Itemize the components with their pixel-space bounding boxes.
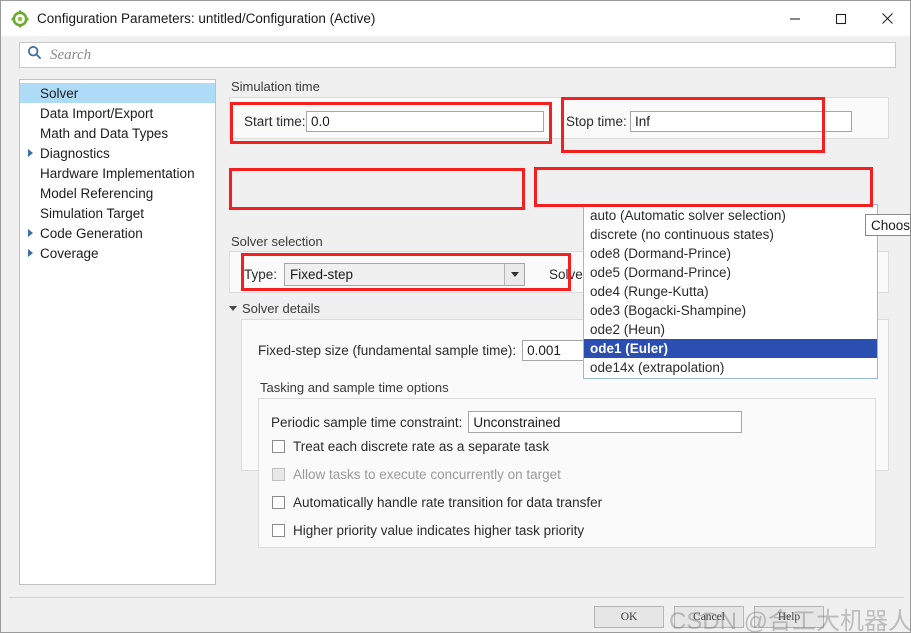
search-icon (27, 45, 42, 65)
start-time-label: Start time: (244, 113, 306, 129)
choose-tooltip: Choose... (865, 214, 911, 236)
checkbox-concurrent-execution: Allow tasks to execute concurrently on t… (272, 467, 561, 482)
solver-dropdown-list[interactable]: auto (Automatic solver selection) discre… (583, 204, 878, 379)
footer-bar: OK Cancel Help (2, 598, 909, 632)
window-title: Configuration Parameters: untitled/Confi… (37, 11, 376, 26)
periodic-sample-time-row: Periodic sample time constraint: Unconst… (271, 408, 743, 436)
checkbox-separate-task[interactable]: Treat each discrete rate as a separate t… (272, 439, 549, 454)
checkbox-icon (272, 468, 285, 481)
chevron-down-icon[interactable] (504, 263, 524, 285)
checkbox-label: Automatically handle rate transition for… (293, 495, 603, 510)
sidebar-item-math-and-data-types[interactable]: Math and Data Types (20, 123, 215, 143)
solver-type-label: Type: (244, 266, 278, 282)
checkbox-label: Treat each discrete rate as a separate t… (293, 439, 550, 454)
window-controls (772, 1, 910, 36)
sidebar-item-label: Model Referencing (40, 185, 154, 201)
periodic-sample-time-input[interactable]: Unconstrained (468, 411, 743, 433)
search-bar[interactable] (19, 42, 896, 68)
sidebar-item-label: Data Import/Export (40, 105, 154, 121)
sidebar-item-diagnostics[interactable]: Diagnostics (20, 143, 215, 163)
checkbox-label: Allow tasks to execute concurrently on t… (293, 467, 561, 482)
solver-type-value: Fixed-step (290, 266, 354, 282)
configuration-parameters-window: Configuration Parameters: untitled/Confi… (0, 0, 911, 633)
sidebar-item-coverage[interactable]: Coverage (20, 243, 215, 263)
simulation-time-group-title: Simulation time (231, 79, 320, 94)
sidebar-item-label: Hardware Implementation (40, 165, 195, 181)
dropdown-option[interactable]: ode2 (Heun) (584, 320, 877, 339)
fixed-step-size-label: Fixed-step size (fundamental sample time… (258, 342, 517, 358)
expand-arrow-icon[interactable] (24, 149, 37, 157)
settings-tree[interactable]: Solver Data Import/Export Math and Data … (19, 79, 216, 585)
sidebar-item-data-import-export[interactable]: Data Import/Export (20, 103, 215, 123)
checkbox-higher-priority[interactable]: Higher priority value indicates higher t… (272, 523, 584, 538)
expand-arrow-icon[interactable] (24, 249, 37, 257)
tasking-options-title: Tasking and sample time options (260, 380, 449, 395)
close-button[interactable] (864, 1, 910, 36)
periodic-sample-time-label: Periodic sample time constraint: (271, 414, 463, 430)
dropdown-option[interactable]: ode14x (extrapolation) (584, 358, 877, 377)
sidebar-item-code-generation[interactable]: Code Generation (20, 223, 215, 243)
help-button[interactable]: Help (754, 606, 824, 628)
expand-arrow-icon[interactable] (24, 229, 37, 237)
title-bar: Configuration Parameters: untitled/Confi… (1, 1, 910, 36)
solver-selection-group-title: Solver selection (231, 234, 323, 249)
start-time-row: Start time: 0.0 (244, 107, 544, 135)
sidebar-item-label: Coverage (40, 245, 99, 261)
maximize-button[interactable] (818, 1, 864, 36)
sidebar-item-label: Simulation Target (40, 205, 145, 221)
dropdown-option[interactable]: discrete (no continuous states) (584, 225, 877, 244)
stop-time-row: Stop time: Inf (566, 107, 852, 135)
dropdown-option-selected[interactable]: ode1 (Euler) (584, 339, 877, 358)
checkbox-rate-transition[interactable]: Automatically handle rate transition for… (272, 495, 602, 510)
solver-details-label: Solver details (242, 301, 321, 316)
simulation-time-panel: Start time: 0.0 Stop time: Inf (229, 97, 889, 139)
sidebar-item-hardware-implementation[interactable]: Hardware Implementation (20, 163, 215, 183)
stop-time-label: Stop time: (566, 113, 627, 129)
start-time-input[interactable]: 0.0 (306, 110, 544, 132)
search-input[interactable] (48, 45, 852, 65)
checkbox-icon[interactable] (272, 524, 285, 537)
tasking-options-panel: Periodic sample time constraint: Unconst… (258, 398, 876, 548)
minimize-button[interactable] (772, 1, 818, 36)
solver-type-combobox[interactable]: Fixed-step (284, 262, 525, 286)
sidebar-item-label: Diagnostics (40, 145, 110, 161)
collapse-arrow-icon[interactable] (229, 306, 237, 311)
ok-button[interactable]: OK (594, 606, 664, 628)
dropdown-option[interactable]: ode3 (Bogacki-Shampine) (584, 301, 877, 320)
checkbox-icon[interactable] (272, 496, 285, 509)
dropdown-option[interactable]: ode4 (Runge-Kutta) (584, 282, 877, 301)
solver-details-header[interactable]: Solver details (229, 301, 320, 316)
sidebar-item-label: Solver (40, 85, 79, 101)
simulink-gear-icon (11, 10, 29, 28)
sidebar-item-label: Code Generation (40, 225, 143, 241)
checkbox-label: Higher priority value indicates higher t… (293, 523, 585, 538)
sidebar-item-label: Math and Data Types (40, 125, 169, 141)
checkbox-icon[interactable] (272, 440, 285, 453)
sidebar-item-simulation-target[interactable]: Simulation Target (20, 203, 215, 223)
cancel-button[interactable]: Cancel (674, 606, 744, 628)
dropdown-option[interactable]: ode5 (Dormand-Prince) (584, 263, 877, 282)
sidebar-item-model-referencing[interactable]: Model Referencing (20, 183, 215, 203)
dropdown-option[interactable]: auto (Automatic solver selection) (584, 206, 877, 225)
dropdown-option[interactable]: ode8 (Dormand-Prince) (584, 244, 877, 263)
sidebar-item-solver[interactable]: Solver (20, 83, 215, 103)
solver-type-row: Type: Fixed-step (244, 260, 525, 288)
stop-time-input[interactable]: Inf (630, 110, 852, 132)
